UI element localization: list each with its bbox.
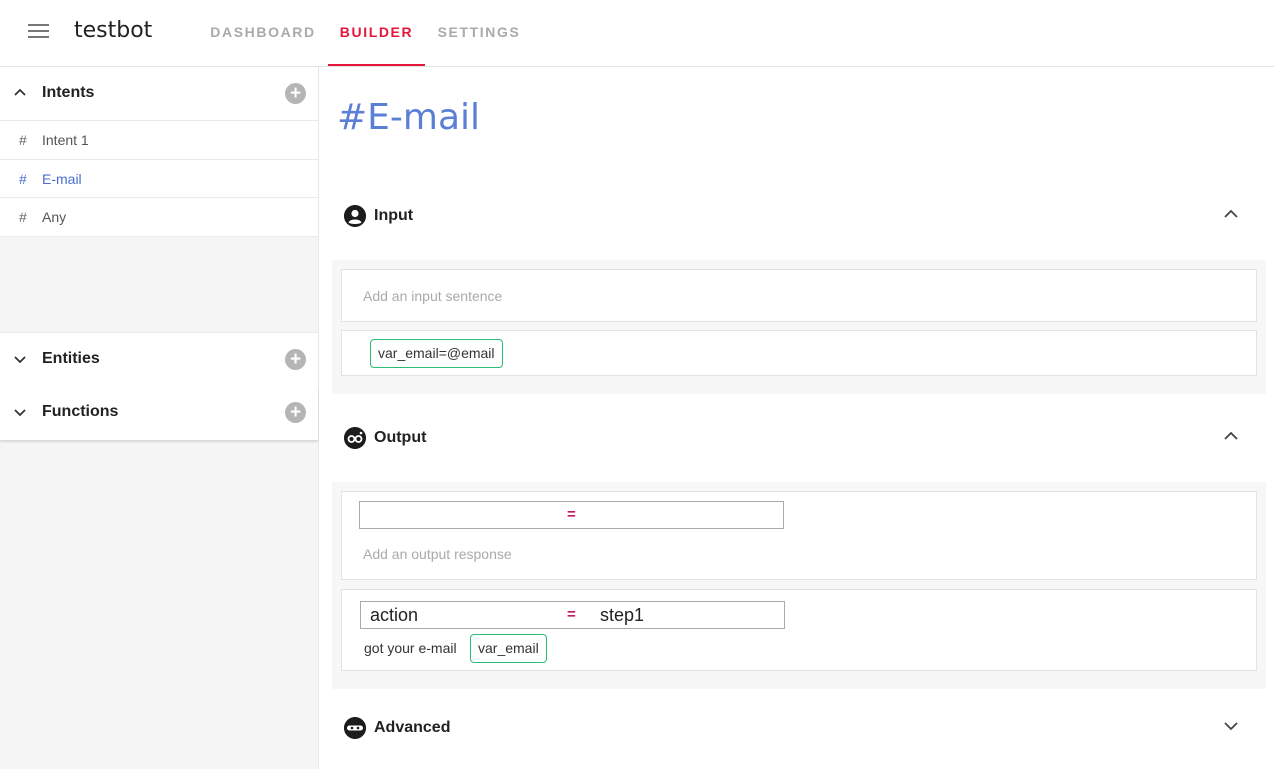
entities-header[interactable]: Entities + [0,333,318,387]
chevron-up-icon[interactable] [1224,429,1238,443]
equals-sign: = [567,506,576,523]
variable-chip[interactable]: var_email [470,634,547,663]
top-bar: testbot DASHBOARD BUILDER SETTINGS [0,0,1274,67]
equals-sign: = [567,606,576,623]
add-entity-button[interactable]: + [285,349,306,370]
chevron-down-icon[interactable] [1224,719,1238,733]
intent-item-selected[interactable]: # E-mail [0,159,318,198]
intents-header[interactable]: Intents + [0,67,318,121]
intent-name: Any [42,209,67,225]
tab-settings[interactable]: SETTINGS [429,0,529,66]
response-text: got your e-mail [364,640,457,656]
hash-icon: # [19,209,27,225]
chevron-down-icon[interactable] [14,353,26,365]
input-panel: Add an input sentence var_email=@email [332,260,1266,394]
advanced-section-title: Advanced [374,719,451,736]
entities-label: Entities [42,350,100,367]
intent-item[interactable]: # Any [0,198,318,237]
variable-assignment[interactable]: action = step1 [360,601,785,629]
variable-value[interactable]: step1 [600,605,644,626]
ninja-mask-icon [344,717,366,739]
output-panel: = Add an output response action = step1 … [332,482,1266,689]
hash-icon: # [19,170,27,187]
page-title: #E-mail [337,97,481,138]
tab-dashboard[interactable]: DASHBOARD [203,0,323,66]
hash-icon: # [19,132,27,148]
intents-label: Intents [42,84,95,101]
intent-name: Intent 1 [42,132,89,148]
output-placeholder: Add an output response [363,546,512,562]
functions-header[interactable]: Functions + [0,386,318,440]
main-content: #E-mail Input Add an input sentence var_… [320,67,1274,769]
chevron-up-icon[interactable] [14,87,26,99]
input-sentence-row[interactable]: var_email=@email [341,330,1257,376]
functions-section: Functions + [0,386,318,440]
add-function-button[interactable]: + [285,402,306,423]
input-sentence-field[interactable]: Add an input sentence [341,269,1257,322]
app-title: testbot [74,18,153,43]
advanced-section-header[interactable]: Advanced [344,713,1244,743]
functions-label: Functions [42,403,119,420]
input-placeholder: Add an input sentence [363,288,503,304]
user-avatar-icon [344,205,366,227]
infinity-icon [344,427,366,449]
intent-name: E-mail [42,170,82,187]
output-section-title: Output [374,429,427,446]
intents-section: Intents + # Intent 1 # E-mail # Any [0,67,318,237]
entity-chip[interactable]: var_email=@email [370,339,503,368]
chevron-down-icon[interactable] [14,406,26,418]
variable-key[interactable]: action [370,605,418,626]
input-section-title: Input [374,207,414,224]
output-section-header[interactable]: Output [344,423,1244,453]
input-section-header[interactable]: Input [344,201,1244,231]
tab-builder[interactable]: BUILDER [328,0,425,66]
output-response-row[interactable]: action = step1 got your e-mail var_email [341,589,1257,671]
sidebar: Intents + # Intent 1 # E-mail # Any Enti… [0,67,319,769]
chevron-up-icon[interactable] [1224,207,1238,221]
output-response-card[interactable]: = Add an output response [341,491,1257,580]
hamburger-menu-icon[interactable] [28,24,49,40]
intent-item[interactable]: # Intent 1 [0,121,318,160]
entities-section: Entities + [0,332,318,387]
empty-variable-assignment[interactable]: = [359,501,784,529]
add-intent-button[interactable]: + [285,83,306,104]
